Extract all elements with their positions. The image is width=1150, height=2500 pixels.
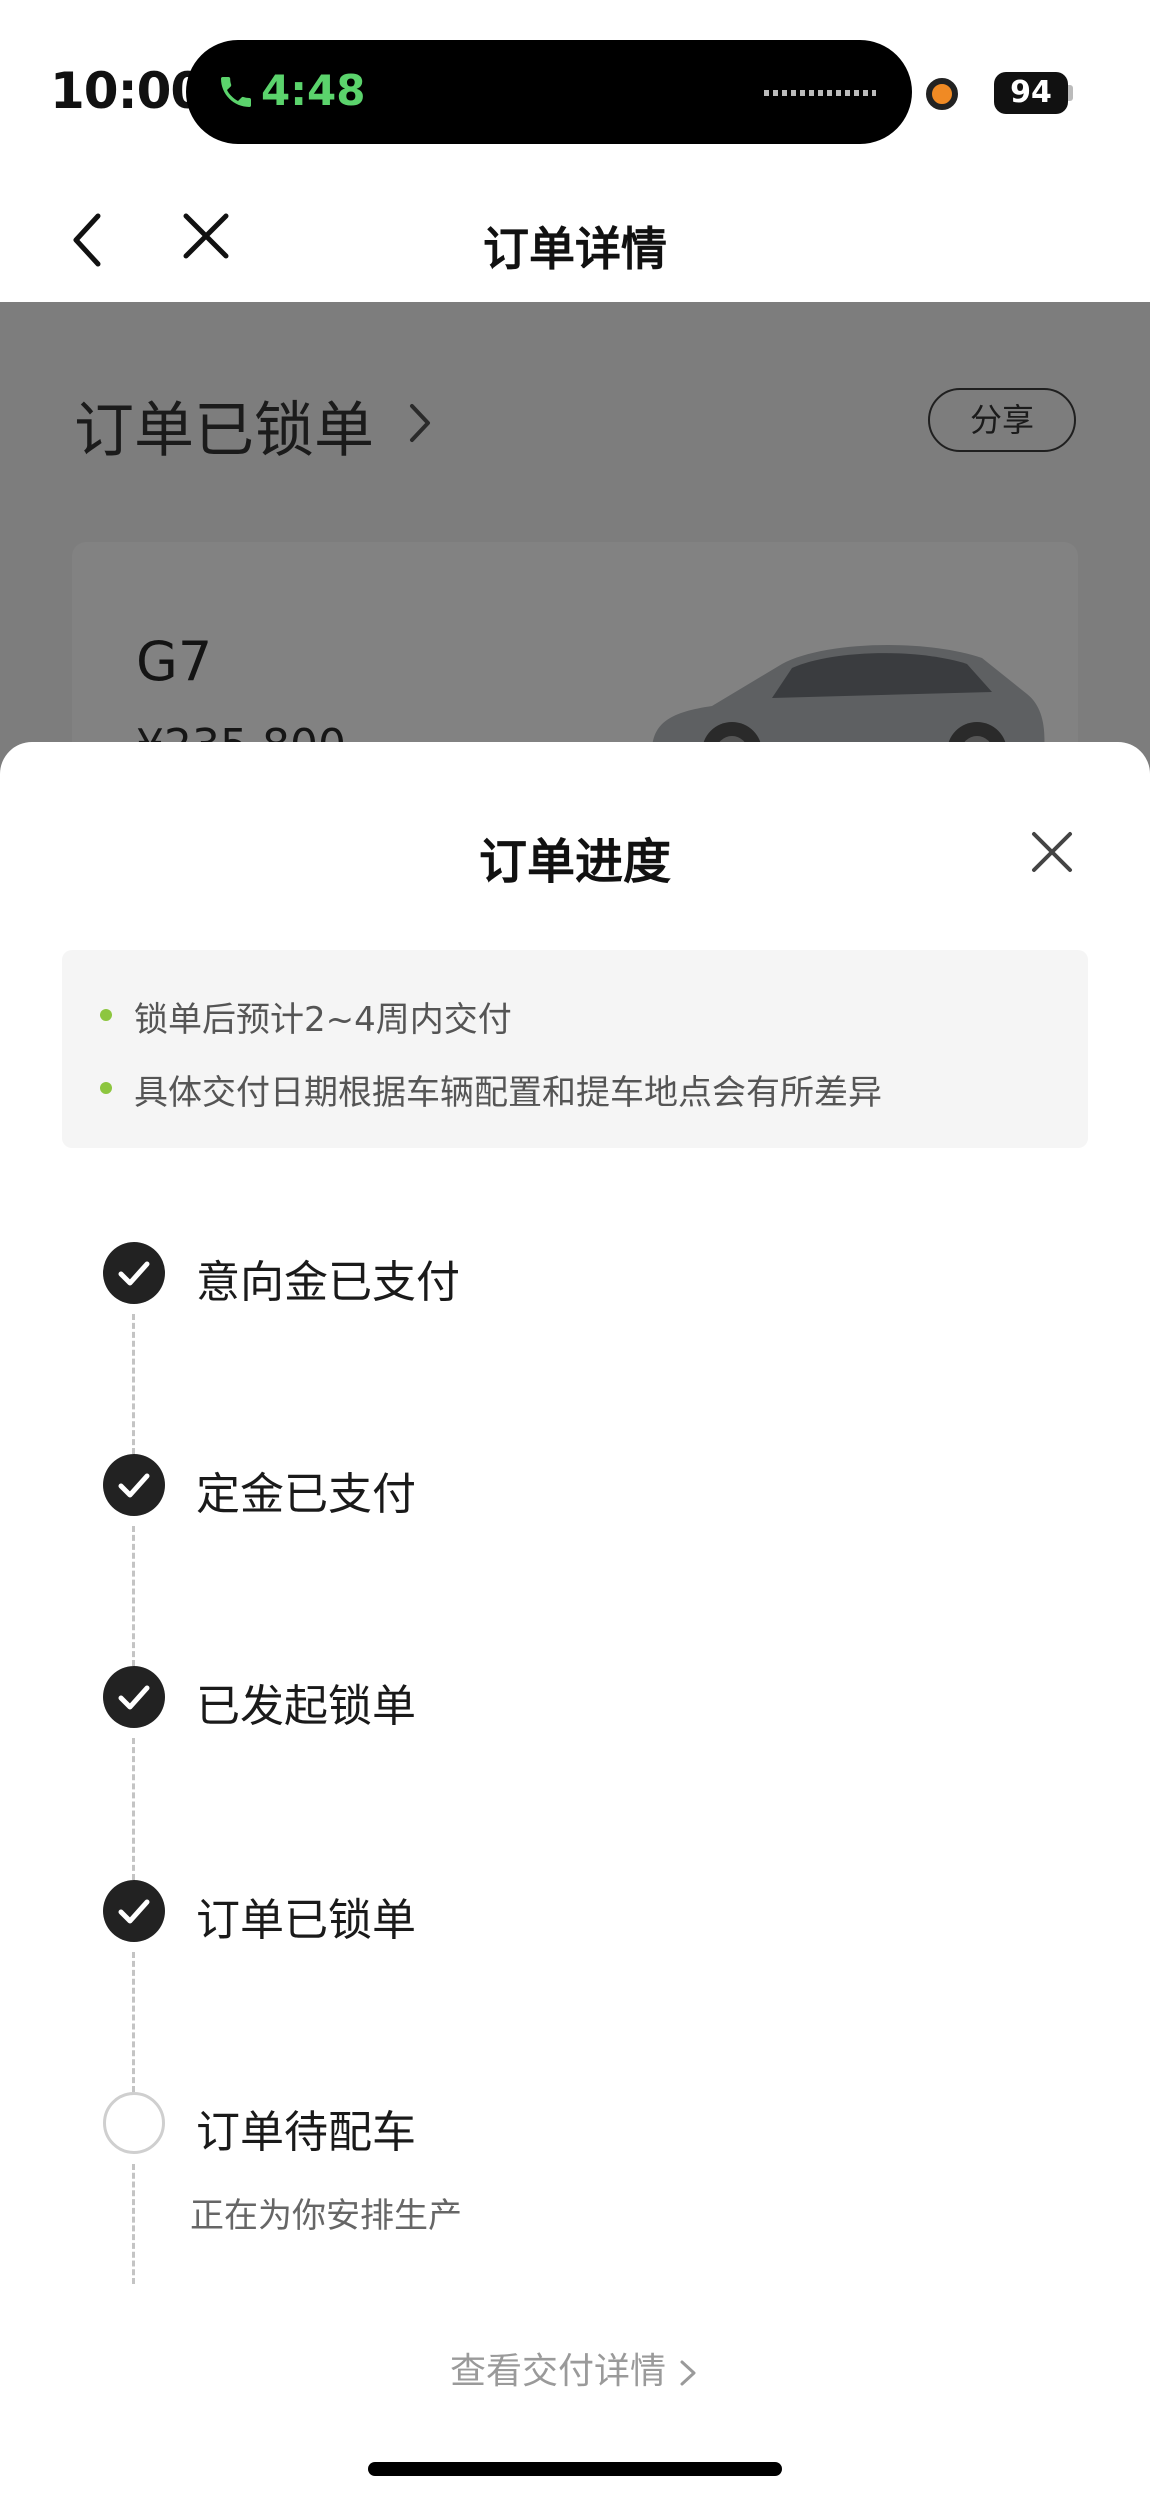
battery-icon: 94 <box>994 72 1068 114</box>
status-time: 10:00 <box>50 62 205 120</box>
chevron-right-icon <box>410 404 430 442</box>
step-connector <box>132 1526 135 1666</box>
status-bar: 10:00 4:48 94 <box>0 0 1150 170</box>
audio-wave-icon <box>764 90 876 96</box>
battery-nub <box>1068 85 1073 101</box>
step-done-check-icon <box>103 1242 165 1304</box>
car-model: G7 <box>136 630 213 693</box>
share-button[interactable]: 分享 <box>928 388 1076 452</box>
call-timer: 4:48 <box>261 66 366 115</box>
delivery-tips: 锁单后预计2~4周内交付 具体交付日期根据车辆配置和提车地点会有所差异 <box>62 950 1088 1148</box>
tip-text: 具体交付日期根据车辆配置和提车地点会有所差异 <box>134 1073 882 1113</box>
close-icon[interactable] <box>1030 830 1074 874</box>
delivery-link-label: 查看交付详情 <box>449 2351 666 2392</box>
view-delivery-details-link[interactable]: 查看交付详情 <box>0 2342 1150 2394</box>
order-status-title: 订单已锁单 <box>74 396 374 466</box>
step-label: 订单待配车 <box>196 2107 416 2158</box>
step-subtitle: 正在为你安排生产 <box>190 2196 462 2236</box>
chevron-right-icon <box>680 2360 696 2386</box>
bullet-icon <box>100 1082 112 1094</box>
step-connector <box>132 1314 135 1454</box>
step-label: 已发起锁单 <box>196 1681 416 1732</box>
step-done-check-icon <box>103 1666 165 1728</box>
battery-level: 94 <box>1010 75 1052 110</box>
step-label: 订单已锁单 <box>196 1895 416 1946</box>
bullet-icon <box>100 1009 112 1021</box>
step-pending-circle-icon <box>103 2092 165 2154</box>
phone-icon <box>221 77 251 107</box>
page-title: 订单详情 <box>483 222 667 276</box>
dynamic-island[interactable]: 4:48 <box>186 40 912 144</box>
step-label: 定金已支付 <box>196 1469 416 1520</box>
step-label: 意向金已支付 <box>196 1257 460 1308</box>
order-progress-sheet: 订单进度 锁单后预计2~4周内交付 具体交付日期根据车辆配置和提车地点会有所差异… <box>0 742 1150 2500</box>
step-connector <box>132 2164 135 2284</box>
sheet-title: 订单进度 <box>478 834 671 890</box>
step-connector <box>132 1952 135 2092</box>
step-done-check-icon <box>103 1454 165 1516</box>
step-done-check-icon <box>103 1880 165 1942</box>
tip-text: 锁单后预计2~4周内交付 <box>134 1000 512 1040</box>
recording-indicator-icon <box>926 78 958 110</box>
step-connector <box>132 1738 135 1880</box>
home-indicator[interactable] <box>368 2462 782 2476</box>
